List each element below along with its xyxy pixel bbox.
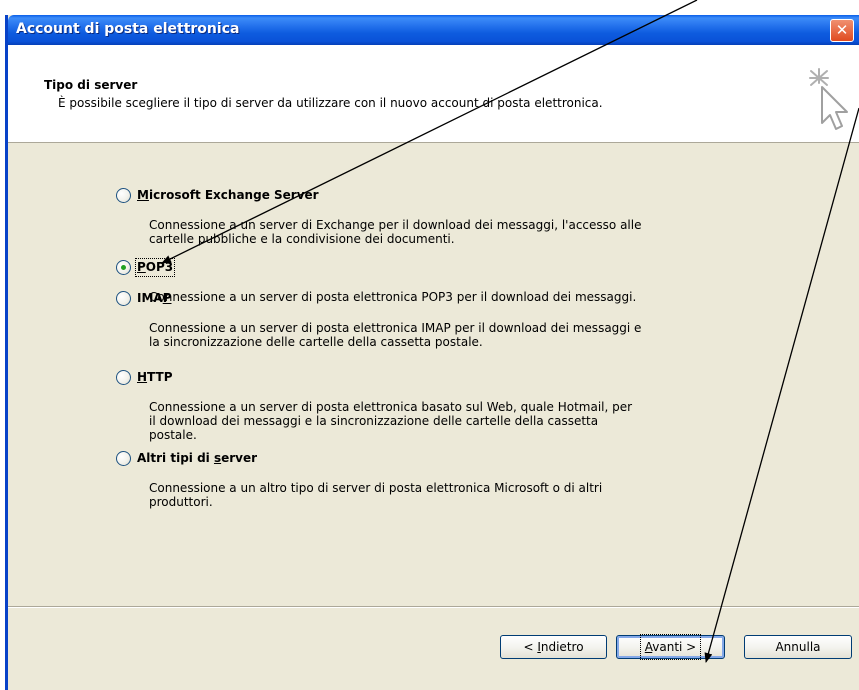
description-line: il download dei messaggi e la sincronizz… xyxy=(149,414,599,428)
option-description: Connessione a un server di posta elettro… xyxy=(149,400,769,442)
description-line: Connessione a un server di posta elettro… xyxy=(149,400,633,414)
back-button-label: < Indietro xyxy=(523,640,584,654)
radio-button[interactable] xyxy=(116,370,131,385)
option-label[interactable]: Microsoft Exchange Server xyxy=(137,188,319,203)
description-line: produttori. xyxy=(149,495,213,509)
window-title: Account di posta elettronica xyxy=(16,21,240,37)
option-label[interactable]: IMAP xyxy=(137,291,172,306)
next-button-label: Avanti > xyxy=(639,634,702,660)
dialog-window: Account di posta elettronica ✕ Tipo di s… xyxy=(5,15,859,690)
description-line: postale. xyxy=(149,428,197,442)
radio-button[interactable] xyxy=(116,188,131,203)
radio-button[interactable] xyxy=(116,291,131,306)
page-title: Tipo di server xyxy=(44,78,138,92)
option-description: Connessione a un server di posta elettro… xyxy=(149,290,769,304)
option-description: Connessione a un server di posta elettro… xyxy=(149,321,769,349)
page-subtitle: È possibile scegliere il tipo di server … xyxy=(58,96,603,110)
close-button[interactable]: ✕ xyxy=(830,19,854,42)
description-line: la sincronizzazione delle cartelle della… xyxy=(149,335,483,349)
next-button[interactable]: Avanti > xyxy=(616,634,725,660)
wizard-header: Tipo di server È possibile scegliere il … xyxy=(8,45,859,143)
cancel-button-label: Annulla xyxy=(775,640,821,654)
option-label[interactable]: Altri tipi di server xyxy=(137,451,257,466)
option-description: Connessione a un server di Exchange per … xyxy=(149,218,769,246)
title-bar[interactable]: Account di posta elettronica ✕ xyxy=(8,15,859,45)
description-line: Connessione a un server di posta elettro… xyxy=(149,321,642,335)
option-label[interactable]: HTTP xyxy=(137,370,173,385)
back-button[interactable]: < Indietro xyxy=(500,635,607,659)
description-line: Connessione a un server di Exchange per … xyxy=(149,218,642,232)
description-line: Connessione a un server di posta elettro… xyxy=(149,290,637,304)
description-line: Connessione a un altro tipo di server di… xyxy=(149,481,603,495)
radio-dot-icon xyxy=(121,265,126,270)
option-label[interactable]: POP3 xyxy=(134,258,176,277)
close-icon: ✕ xyxy=(835,21,849,39)
radio-button[interactable] xyxy=(116,260,131,275)
cancel-button[interactable]: Annulla xyxy=(744,635,852,659)
cursor-sparkle-icon xyxy=(809,68,848,130)
radio-button[interactable] xyxy=(116,451,131,466)
option-description: Connessione a un altro tipo di server di… xyxy=(149,481,769,509)
footer-divider xyxy=(8,606,859,608)
description-line: cartelle pubbliche e la condivisione dei… xyxy=(149,232,455,246)
